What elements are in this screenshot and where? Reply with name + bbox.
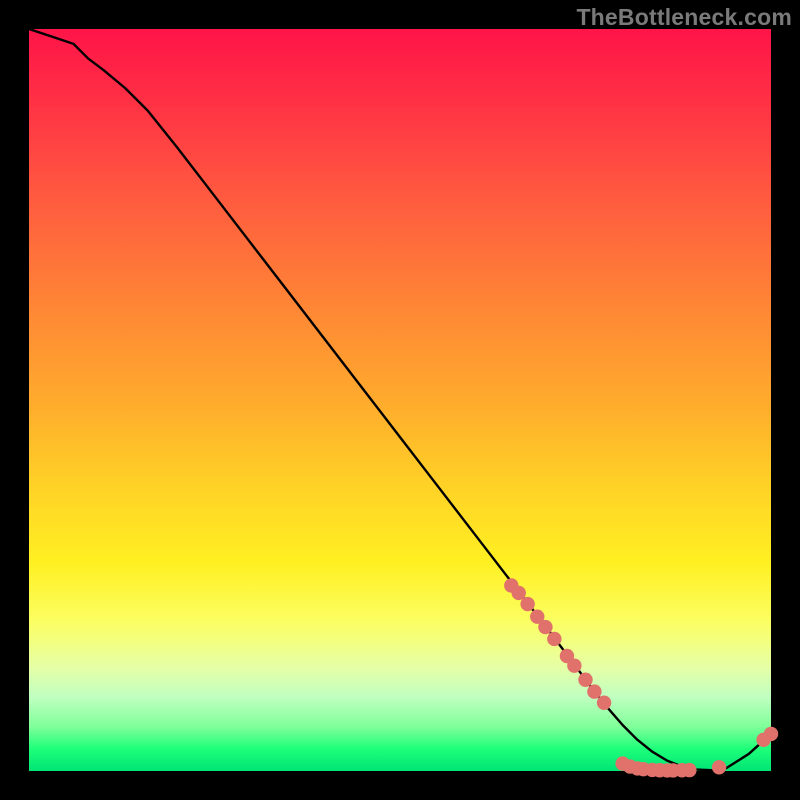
plot-background-gradient xyxy=(29,29,771,771)
watermark-label: TheBottleneck.com xyxy=(576,4,792,31)
chart-stage: TheBottleneck.com xyxy=(0,0,800,800)
